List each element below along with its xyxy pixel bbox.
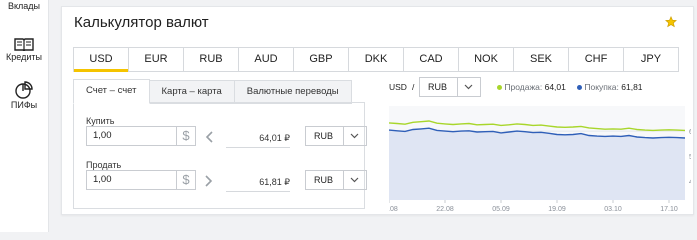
legend-dot-sell <box>497 85 502 91</box>
sidebar-item-label: Вклады <box>7 1 41 11</box>
star-icon[interactable] <box>665 16 677 28</box>
buy-currency-select[interactable]: RUB <box>305 126 367 146</box>
sell-currency-value: RUB <box>314 175 334 185</box>
chart-separator: / <box>412 82 415 92</box>
x-tick-label: 19.09 <box>548 206 566 212</box>
legend-buy: Покупка: 61,81 <box>577 82 643 92</box>
buy-rate: 64,01 ₽ <box>226 133 290 148</box>
chevron-right-icon <box>205 175 213 187</box>
buy-currency-value: RUB <box>314 131 334 141</box>
sidebar-item-funds[interactable]: ПИФы <box>0 81 48 110</box>
tab-card-to-card[interactable]: Карта – карта <box>149 80 235 104</box>
buy-label: Купить <box>86 116 115 126</box>
tab-chf[interactable]: CHF <box>569 48 624 71</box>
pie-chart-icon <box>15 81 33 99</box>
sidebar-item-label: ПИФы <box>10 100 38 110</box>
exchange-rate-chart: 48 56 64 08.08 22.08 05.09 19.09 03.10 17.10 <box>389 106 691 212</box>
tab-aud[interactable]: AUD <box>239 48 294 71</box>
sidebar-item-label: Кредиты <box>6 52 42 62</box>
sell-label: Продать <box>86 160 122 170</box>
tab-sek[interactable]: SEK <box>514 48 569 71</box>
tab-dkk[interactable]: DKK <box>349 48 404 71</box>
y-tick-label: 64 <box>689 129 691 136</box>
tab-nok[interactable]: NOK <box>459 48 514 71</box>
chart-base-currency: USD <box>389 82 407 92</box>
y-tick-label: 48 <box>689 179 691 186</box>
tab-jpy[interactable]: JPY <box>624 48 678 71</box>
converter-body: Купить 1,00 $ 64,01 ₽ RUB Продать 1,00 $… <box>73 102 367 209</box>
x-tick-label: 03.10 <box>604 206 622 212</box>
tab-usd[interactable]: USD <box>74 48 129 72</box>
currency-tab-bar: USD EUR RUB AUD GBP DKK CAD NOK SEK CHF … <box>73 47 679 72</box>
tab-rub[interactable]: RUB <box>184 48 239 71</box>
currency-calculator-card: Калькулятор валют USD EUR RUB AUD GBP DK… <box>61 6 694 215</box>
y-tick-label: 56 <box>689 154 691 161</box>
tab-cad[interactable]: CAD <box>404 48 459 71</box>
page-title: Калькулятор валют <box>74 14 209 31</box>
legend-buy-value: 61,81 <box>621 82 643 92</box>
legend-sell-label: Продажа: <box>504 82 543 92</box>
chevron-down-icon <box>343 171 366 189</box>
chevron-down-icon <box>343 127 366 145</box>
converter-panel: Счет – счет Карта – карта Валютные перев… <box>73 79 367 209</box>
chart-quote-select[interactable]: RUB <box>419 77 481 97</box>
legend-sell: Продажа: 64,01 <box>497 82 566 92</box>
dollar-icon: $ <box>176 170 196 190</box>
legend-buy-label: Покупка: <box>584 82 619 92</box>
chevron-left-icon <box>205 131 213 143</box>
tab-eur[interactable]: EUR <box>129 48 184 71</box>
tab-currency-transfers[interactable]: Валютные переводы <box>234 80 352 104</box>
x-tick-label: 22.08 <box>436 206 454 212</box>
chevron-down-icon <box>457 78 480 96</box>
legend-sell-value: 64,01 <box>544 82 566 92</box>
sell-rate: 61,81 ₽ <box>226 177 290 192</box>
buy-series-area <box>389 128 685 200</box>
dollar-icon: $ <box>176 126 196 146</box>
sell-currency-select[interactable]: RUB <box>305 170 367 190</box>
tab-account-to-account[interactable]: Счет – счет <box>73 79 150 104</box>
legend-dot-buy <box>577 85 582 91</box>
transfer-mode-tabs: Счет – счет Карта – карта Валютные перев… <box>73 79 352 104</box>
x-tick-label: 08.08 <box>389 206 398 212</box>
x-tick-label: 05.09 <box>492 206 510 212</box>
chart-quote-value: RUB <box>428 82 448 92</box>
sidebar-item-deposits[interactable]: Вклады <box>0 1 48 11</box>
tab-gbp[interactable]: GBP <box>294 48 349 71</box>
book-icon <box>14 38 34 51</box>
x-tick-label: 17.10 <box>660 206 678 212</box>
sidebar-item-credits[interactable]: Кредиты <box>0 37 48 62</box>
left-sidebar: Вклады Кредиты ПИФы <box>0 0 49 232</box>
